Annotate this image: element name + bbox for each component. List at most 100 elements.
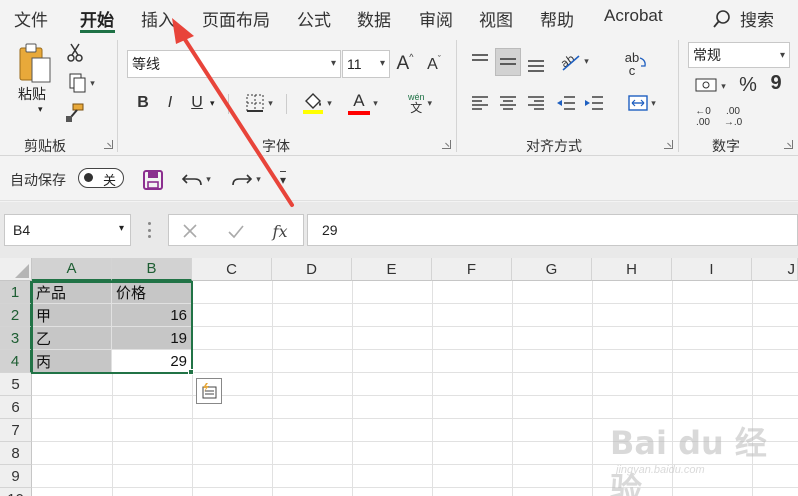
number-format-select[interactable]: 常规 ▾: [688, 42, 790, 68]
chevron-down-icon: ▾: [584, 55, 589, 66]
active-tab-indicator: [80, 30, 115, 33]
name-box[interactable]: B4 ▾: [4, 214, 131, 246]
tab-acrobat[interactable]: Acrobat: [604, 6, 663, 26]
bold-button[interactable]: B: [134, 92, 152, 114]
scissors-icon: [67, 43, 83, 62]
tab-data[interactable]: 数据: [357, 6, 391, 31]
chevron-down-icon: ▾: [206, 173, 211, 184]
orientation-button[interactable]: ab ▾: [556, 48, 592, 74]
svg-text:ab: ab: [559, 52, 577, 71]
search[interactable]: 搜索: [712, 6, 774, 31]
align-right-icon: [528, 96, 544, 110]
align-left-icon: [472, 96, 488, 110]
toggle-state: 关: [103, 173, 117, 188]
chevron-down-icon: ▾: [721, 80, 726, 91]
phonetic-button[interactable]: wén 文 ▾: [400, 90, 440, 116]
worksheet-grid[interactable]: A B C D E F G H I J 1 2 3 4 5 6 7 8 9 10…: [0, 258, 798, 496]
tab-insert[interactable]: 插入: [141, 6, 175, 31]
increase-indent-button[interactable]: [582, 92, 606, 114]
underline-button[interactable]: U: [188, 92, 206, 114]
font-name-select[interactable]: 等线 ▾: [127, 50, 341, 78]
chevron-down-icon: ▾: [427, 97, 433, 108]
customize-qat-button[interactable]: ▾: [274, 169, 292, 189]
chevron-down-icon: ▾: [779, 50, 785, 61]
cut-button[interactable]: [64, 42, 86, 64]
font-color-button[interactable]: A ▾: [344, 90, 382, 116]
align-bottom-button[interactable]: [524, 50, 548, 76]
align-middle-button[interactable]: [495, 48, 521, 76]
borders-button[interactable]: ▾: [242, 92, 276, 114]
toggle-knob: [84, 173, 93, 182]
insert-function-button[interactable]: fx: [267, 218, 293, 244]
splitter-icon[interactable]: [148, 222, 151, 238]
accounting-format-button[interactable]: ▾: [690, 74, 730, 98]
confirm-entry-button[interactable]: [225, 220, 247, 242]
align-right-button[interactable]: [524, 92, 548, 114]
redo-icon: [232, 174, 253, 186]
tab-help[interactable]: 帮助: [540, 6, 574, 31]
italic-button[interactable]: I: [162, 92, 178, 114]
wrap-text-button[interactable]: ab c: [622, 48, 650, 80]
paint-bucket-icon: [303, 93, 324, 114]
ribbon: 粘贴 ▾ ▾ 剪贴板 等线 ▾ 11 ▾ A ^ Aˇ B I U ▾ ▾ ▾ A…: [0, 34, 798, 156]
increase-decimal-top: ←0: [695, 106, 711, 117]
align-center-button[interactable]: [496, 92, 520, 114]
group-label-font: 字体: [262, 138, 290, 154]
align-left-button[interactable]: [468, 92, 492, 114]
shrink-font-button[interactable]: Aˇ: [423, 54, 445, 76]
text-orientation-icon: ab: [559, 52, 580, 71]
increase-decimal-button[interactable]: ←0 .00: [690, 104, 716, 130]
comma-style-button[interactable]: 9: [766, 70, 786, 96]
wrap-arrow-icon: [640, 57, 647, 67]
redo-button[interactable]: ▾: [226, 167, 266, 191]
clipboard-launcher-icon[interactable]: [104, 140, 113, 149]
tab-file[interactable]: 文件: [14, 6, 48, 31]
chevron-down-icon: ▾: [651, 97, 656, 108]
customize-qat-icon: ▾: [279, 171, 287, 187]
increase-decimal-bottom: .00: [696, 117, 710, 128]
chevron-down-icon: ▾: [256, 173, 261, 184]
decrease-decimal-button[interactable]: .00 →.0: [720, 104, 746, 130]
percent-button[interactable]: %: [736, 72, 760, 98]
tab-review[interactable]: 审阅: [419, 6, 453, 31]
align-top-button[interactable]: [468, 50, 492, 72]
fill-handle[interactable]: [188, 369, 194, 375]
separator: [678, 40, 679, 152]
number-format-value: 常规: [693, 47, 721, 63]
tab-home[interactable]: 开始: [80, 6, 114, 31]
align-top-icon: [472, 54, 488, 61]
autosave-toggle[interactable]: 关: [78, 168, 124, 188]
decrease-decimal-bottom: →.0: [723, 117, 743, 128]
save-button[interactable]: [142, 169, 164, 191]
tab-view[interactable]: 视图: [479, 6, 513, 31]
search-icon: [713, 9, 730, 28]
undo-icon: [182, 174, 203, 186]
number-launcher-icon[interactable]: [784, 140, 793, 149]
tab-page-layout[interactable]: 页面布局: [202, 6, 270, 31]
decrease-indent-button[interactable]: [554, 92, 578, 114]
undo-button[interactable]: ▾: [176, 167, 216, 191]
font-name-value: 等线: [132, 56, 160, 72]
font-size-select[interactable]: 11 ▾: [342, 50, 390, 78]
group-label-clipboard: 剪贴板: [24, 138, 66, 154]
underline-caret-icon[interactable]: ▾: [210, 98, 215, 109]
formula-input[interactable]: 29: [307, 214, 798, 246]
format-painter-button[interactable]: [64, 102, 86, 124]
formula-buttons: fx: [168, 214, 304, 246]
paste-caret[interactable]: ▾: [38, 104, 43, 115]
tab-formulas[interactable]: 公式: [297, 6, 331, 31]
chevron-down-icon: ▾: [268, 97, 273, 108]
merge-center-button[interactable]: ▾: [622, 92, 662, 114]
copy-button[interactable]: ▾: [64, 72, 100, 94]
close-icon: [183, 224, 197, 238]
fill-color-button[interactable]: ▾: [298, 90, 336, 116]
alignment-launcher-icon[interactable]: [664, 140, 673, 149]
paste-button[interactable]: [14, 42, 56, 86]
quick-analysis-button[interactable]: [196, 378, 222, 404]
clipboard-icon: [19, 43, 51, 83]
group-label-number: 数字: [712, 138, 740, 154]
cancel-entry-button[interactable]: [179, 220, 201, 242]
font-launcher-icon[interactable]: [442, 140, 451, 149]
watermark-logo: Bai du 经验: [610, 424, 767, 496]
grow-font-button[interactable]: A ^: [394, 52, 416, 76]
